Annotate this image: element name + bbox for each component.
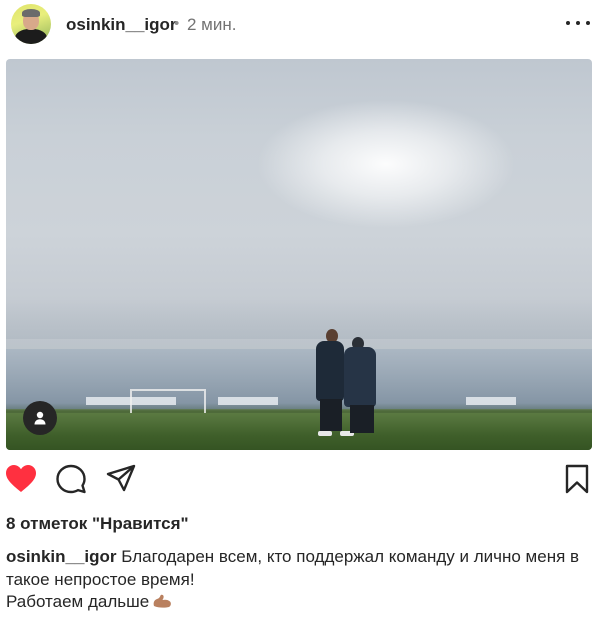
heart-filled-icon[interactable] <box>4 462 38 496</box>
post-username[interactable]: osinkin__igor <box>66 15 177 35</box>
caption-text: Работаем дальше <box>6 592 150 611</box>
floodlight-glow <box>256 99 516 229</box>
person-legs <box>320 399 342 431</box>
more-dots-icon[interactable] <box>566 21 590 27</box>
post-header: osinkin__igor • 2 мин. <box>0 0 598 50</box>
football-pitch <box>6 413 592 450</box>
avatar-body <box>15 29 47 44</box>
comment-bubble-icon[interactable] <box>54 462 88 496</box>
post-time[interactable]: 2 мин. <box>187 15 236 35</box>
person-shoe <box>318 431 332 436</box>
bookmark-icon[interactable] <box>560 462 594 496</box>
more-dot <box>566 21 570 25</box>
post-actions <box>0 462 598 502</box>
more-dot <box>586 21 590 25</box>
user-tag-icon[interactable] <box>23 401 57 435</box>
caption-text: такое непростое время! <box>6 569 195 589</box>
caption-text: Благодарен всем, кто поддержал команду и… <box>121 547 580 566</box>
post-caption: osinkin__igor Благодарен всем, кто подде… <box>6 546 592 614</box>
avatar-hair <box>22 9 40 17</box>
person-coat <box>316 341 344 401</box>
person-coat <box>344 347 376 407</box>
ad-board <box>218 397 278 405</box>
post-photo[interactable] <box>6 59 592 450</box>
paper-plane-icon[interactable] <box>104 462 138 496</box>
header-separator: • <box>174 15 180 32</box>
likes-count[interactable]: 8 отметок "Нравится" <box>6 514 189 534</box>
avatar[interactable] <box>11 4 51 44</box>
stadium-upper-stand <box>6 299 592 339</box>
caption-line: osinkin__igor Благодарен всем, кто подде… <box>6 546 592 569</box>
flexed-biceps-emoji <box>153 594 172 608</box>
caption-line: Работаем дальше <box>6 591 592 614</box>
more-dot <box>576 21 580 25</box>
goal-frame <box>130 389 206 415</box>
caption-username[interactable]: osinkin__igor <box>6 547 117 566</box>
ad-board <box>466 397 516 405</box>
person-legs <box>350 405 374 433</box>
